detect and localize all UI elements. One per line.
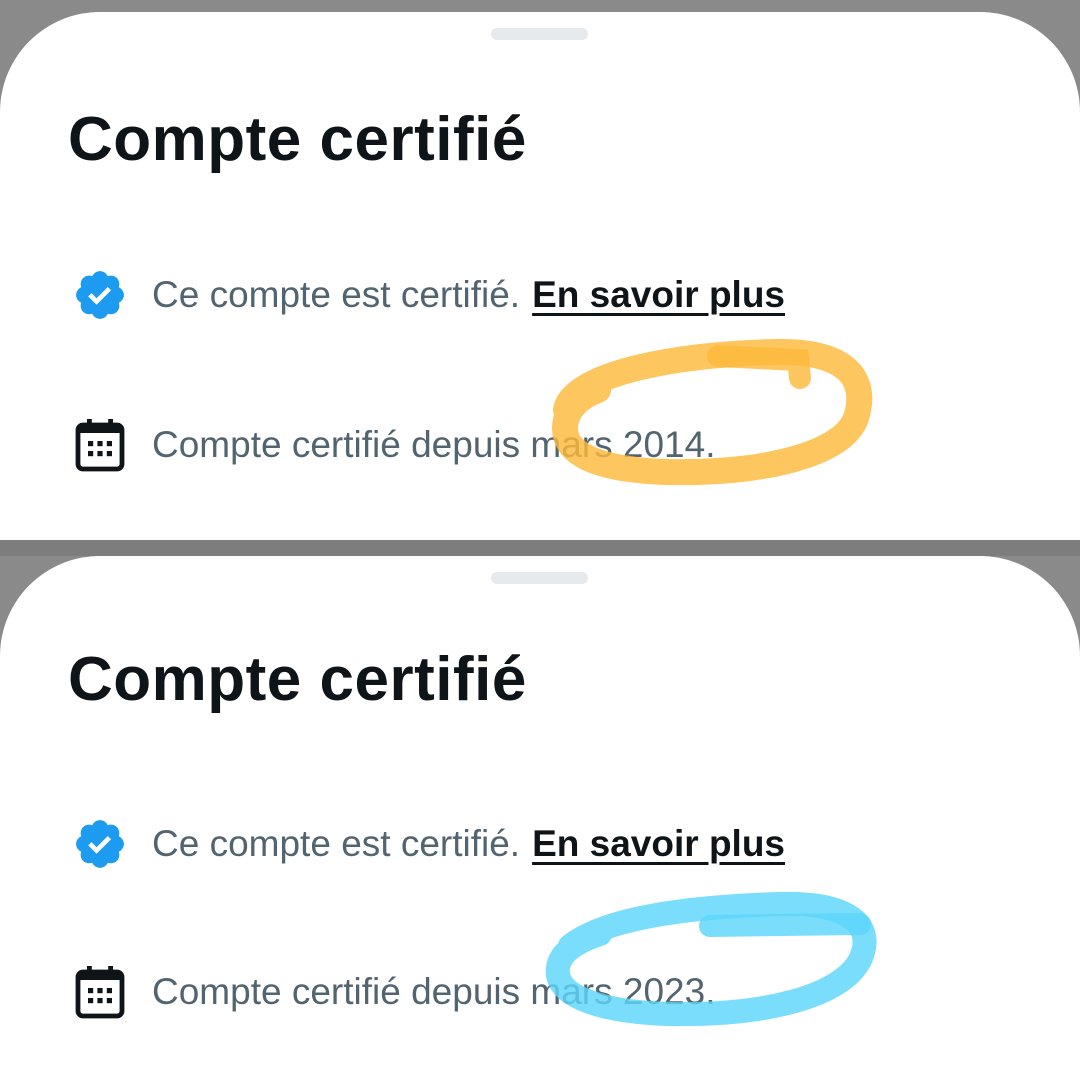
screenshot-panel-2014: Compte certifié Ce compte est certifié. … bbox=[0, 0, 1080, 540]
learn-more-link[interactable]: En savoir plus bbox=[532, 274, 785, 316]
screenshot-panel-2023: Compte certifié Ce compte est certifié. … bbox=[0, 540, 1080, 1080]
verified-text: Ce compte est certifié. bbox=[152, 823, 521, 864]
sheet-title: Compte certifié bbox=[68, 105, 527, 174]
sheet-drag-handle[interactable] bbox=[491, 28, 588, 40]
calendar-icon bbox=[70, 415, 130, 475]
sheet-drag-handle[interactable] bbox=[491, 572, 588, 584]
verified-since-text: Compte certifié depuis mars 2023. bbox=[152, 971, 716, 1012]
verified-badge-icon bbox=[70, 265, 130, 325]
sheet-title: Compte certifié bbox=[68, 645, 527, 714]
bottom-sheet: Compte certifié Ce compte est certifié. … bbox=[0, 12, 1080, 540]
verified-since-row: Compte certifié depuis mars 2023. bbox=[70, 962, 716, 1022]
verified-text: Ce compte est certifié. bbox=[152, 274, 521, 315]
bottom-sheet: Compte certifié Ce compte est certifié. … bbox=[0, 556, 1080, 1080]
verified-row: Ce compte est certifié. En savoir plus bbox=[70, 265, 785, 325]
verified-row: Ce compte est certifié. En savoir plus bbox=[70, 814, 785, 874]
background-strip bbox=[0, 0, 1080, 12]
calendar-icon bbox=[70, 962, 130, 1022]
verified-since-text: Compte certifié depuis mars 2014. bbox=[152, 424, 716, 465]
verified-since-row: Compte certifié depuis mars 2014. bbox=[70, 415, 716, 475]
background-strip bbox=[0, 540, 1080, 556]
verified-badge-icon bbox=[70, 814, 130, 874]
learn-more-link[interactable]: En savoir plus bbox=[532, 823, 785, 865]
comparison-screen: Compte certifié Ce compte est certifié. … bbox=[0, 0, 1080, 1080]
